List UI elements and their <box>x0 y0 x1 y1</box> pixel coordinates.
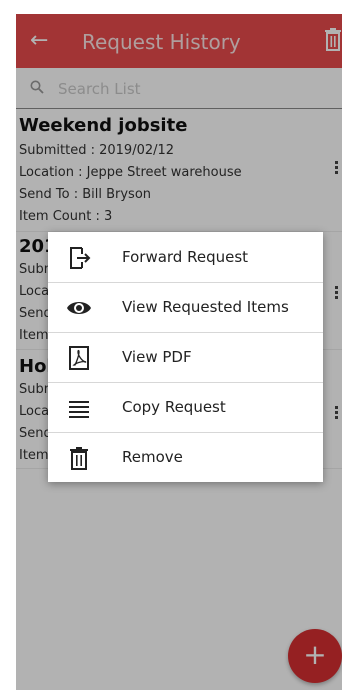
menu-item-label: Remove <box>122 448 183 466</box>
pdf-icon <box>69 346 89 370</box>
menu-item-view-requested-items[interactable]: View Requested Items <box>48 282 323 333</box>
menu-item-forward-request[interactable]: Forward Request <box>48 232 323 283</box>
menu-item-label: Forward Request <box>122 248 249 266</box>
menu-item-view-pdf[interactable]: View PDF <box>48 332 323 383</box>
trash-icon <box>70 447 88 470</box>
menu-item-copy-request[interactable]: Copy Request <box>48 382 323 433</box>
menu-item-label: Copy Request <box>122 398 226 416</box>
app-screen: ← Request History Search List Weekend jo… <box>16 14 342 690</box>
menu-item-label: View Requested Items <box>122 298 289 316</box>
eye-icon <box>67 302 91 314</box>
list-icon <box>69 401 89 418</box>
context-menu: Forward Request View Requested Items Vie… <box>48 232 323 482</box>
menu-item-label: View PDF <box>122 348 192 366</box>
menu-item-remove[interactable]: Remove <box>48 432 323 482</box>
forward-icon <box>70 247 91 269</box>
